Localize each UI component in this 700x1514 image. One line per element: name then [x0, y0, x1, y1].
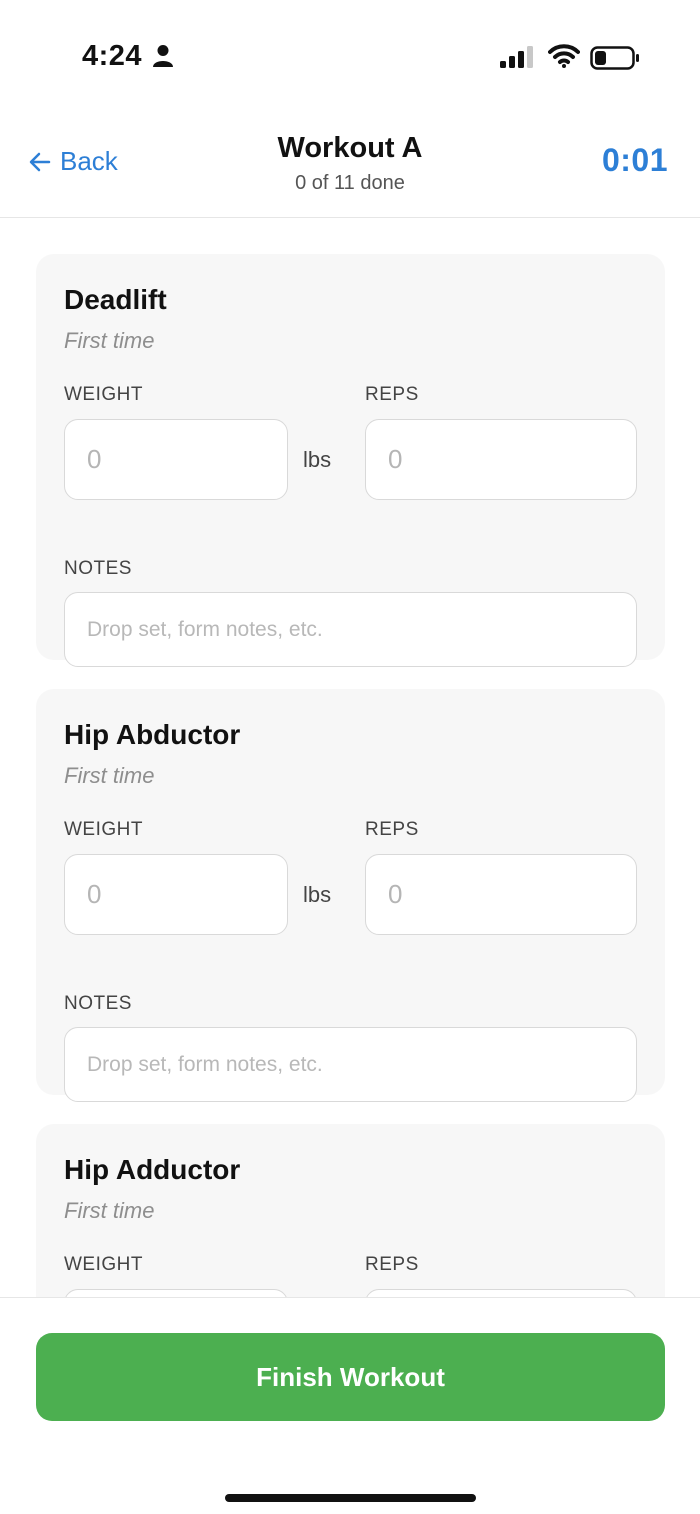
exercise-card: Deadlift First time WEIGHT REPS 0 lbs 0 … — [36, 254, 665, 667]
exercise-history: First time — [64, 1198, 155, 1223]
status-bar: 4:24 — [0, 0, 700, 110]
exercise-name: Deadlift — [64, 284, 167, 315]
finish-workout-button[interactable]: Finish Workout — [36, 1333, 665, 1421]
status-time: 4:24 — [82, 40, 143, 72]
weight-unit: lbs — [303, 882, 332, 907]
battery-icon — [590, 46, 639, 70]
reps-label: REPS — [365, 1254, 419, 1275]
weight-input[interactable]: 0 — [64, 419, 288, 500]
workout-timer: 0:01 — [601, 142, 668, 178]
reps-label: REPS — [365, 384, 419, 405]
reps-input[interactable]: 0 — [365, 419, 637, 500]
weight-label: WEIGHT — [64, 384, 143, 405]
exercise-list[interactable]: Deadlift First time WEIGHT REPS 0 lbs 0 … — [0, 219, 700, 1297]
notes-label: NOTES — [64, 558, 132, 579]
weight-label: WEIGHT — [64, 819, 143, 840]
exercise-name: Hip Adductor — [64, 1154, 241, 1185]
weight-unit: lbs — [303, 447, 332, 472]
weight-input[interactable] — [64, 1289, 288, 1297]
notes-label: NOTES — [64, 993, 132, 1014]
page-title: Workout A — [277, 132, 423, 164]
exercise-name: Hip Abductor — [64, 719, 241, 750]
progress-text: 0 of 11 done — [295, 172, 405, 194]
bottom-bar: Finish Workout — [0, 1297, 700, 1514]
exercise-history: First time — [64, 328, 155, 353]
person-icon — [153, 45, 173, 67]
wifi-icon — [548, 44, 580, 68]
weight-input[interactable]: 0 — [64, 854, 288, 935]
reps-label: REPS — [365, 819, 419, 840]
signal-icon — [500, 46, 533, 68]
exercise-card: Hip Adductor First time WEIGHT REPS — [36, 1124, 665, 1297]
weight-label: WEIGHT — [64, 1254, 143, 1275]
reps-input[interactable] — [365, 1289, 637, 1297]
home-indicator[interactable] — [225, 1494, 476, 1502]
nav-bar: Back Workout A 0 of 11 done 0:01 — [0, 110, 700, 218]
reps-input[interactable]: 0 — [365, 854, 637, 935]
exercise-card: Hip Abductor First time WEIGHT REPS 0 lb… — [36, 689, 665, 1102]
exercise-history: First time — [64, 763, 155, 788]
notes-input[interactable]: Drop set, form notes, etc. — [64, 592, 637, 667]
notes-input[interactable]: Drop set, form notes, etc. — [64, 1027, 637, 1102]
